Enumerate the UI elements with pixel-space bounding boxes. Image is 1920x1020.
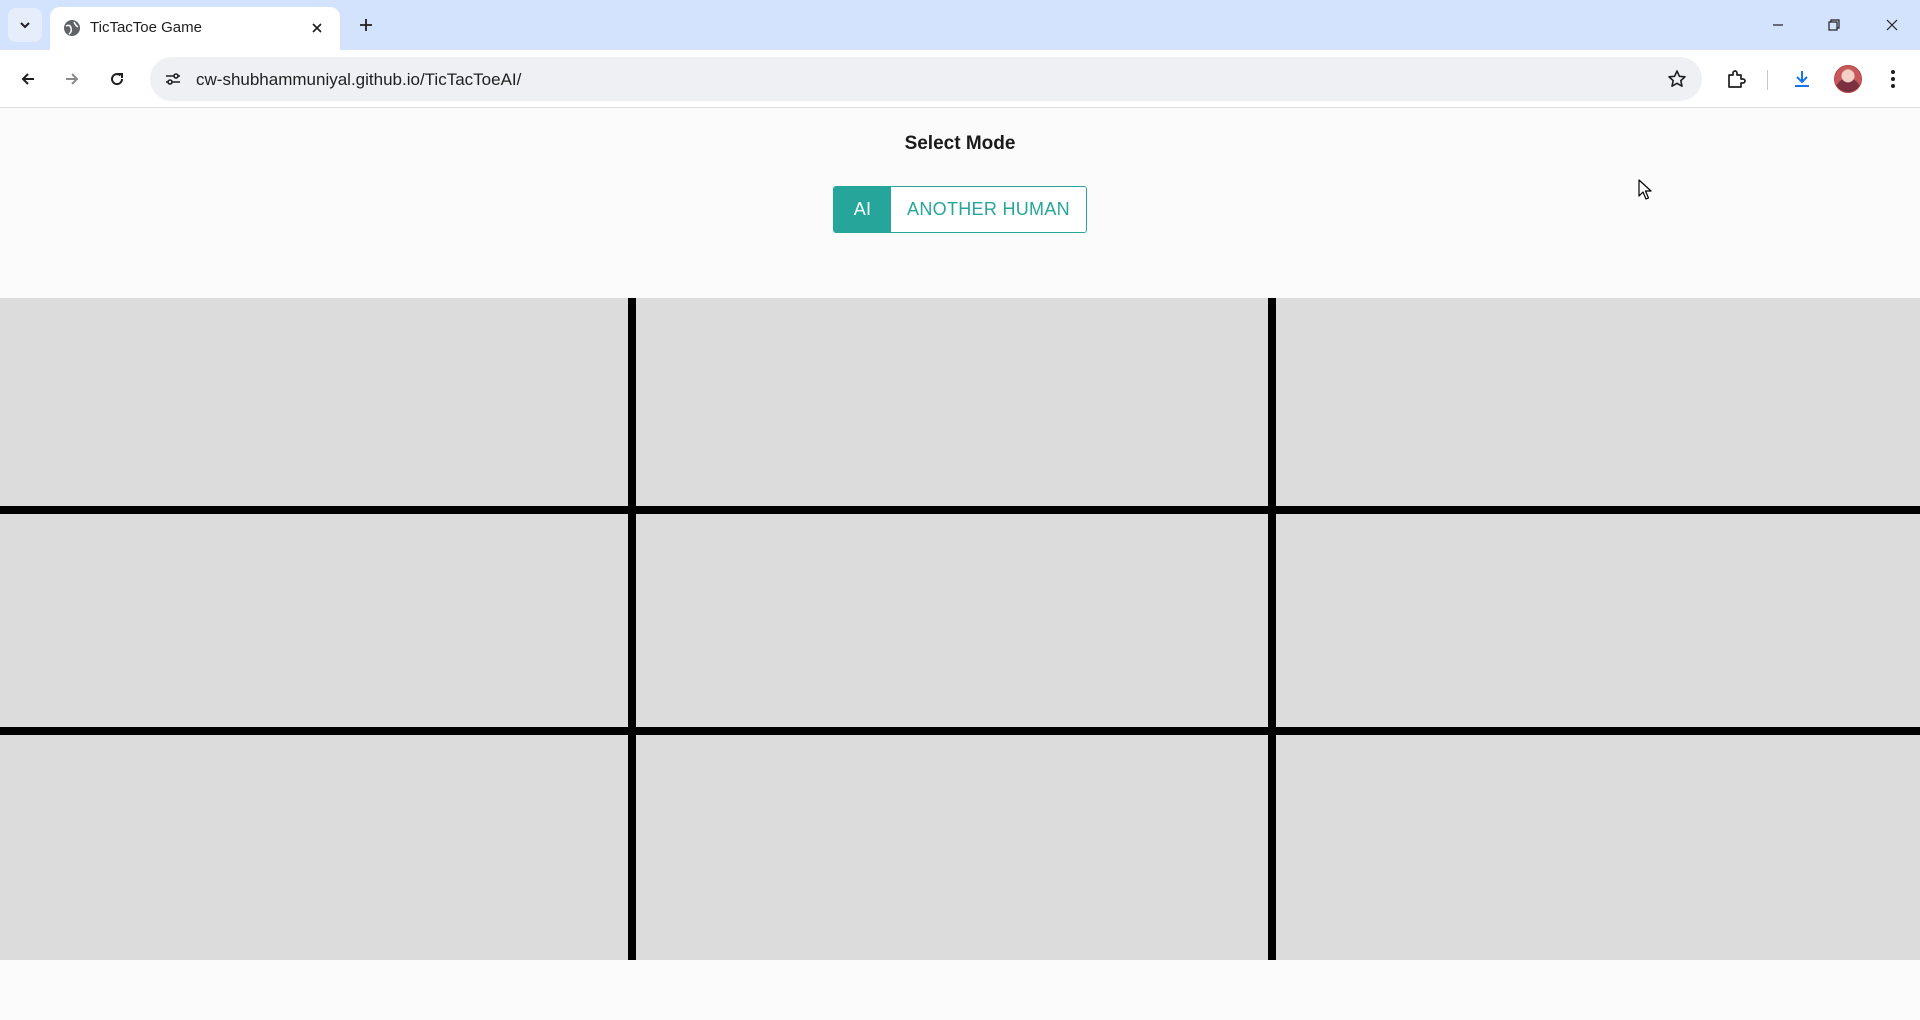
restore-button[interactable] <box>1806 0 1862 50</box>
tab-search-button[interactable] <box>8 8 42 42</box>
download-icon <box>1795 71 1809 87</box>
reload-icon <box>111 73 124 86</box>
plus-icon <box>360 19 372 31</box>
new-tab-button[interactable] <box>352 11 380 39</box>
board-cell-5[interactable] <box>636 514 1276 735</box>
extensions-button[interactable] <box>1720 63 1752 95</box>
toolbar-separator <box>1767 70 1768 90</box>
close-icon <box>1886 19 1898 31</box>
forward-button[interactable] <box>56 63 88 95</box>
board-cell-9[interactable] <box>1276 735 1920 960</box>
game-board <box>0 298 1920 960</box>
address-bar[interactable]: cw-shubhammuniyal.github.io/TicTacToeAI/ <box>150 57 1702 101</box>
site-info-button[interactable] <box>158 64 188 94</box>
downloads-button[interactable] <box>1786 63 1818 95</box>
chevron-down-icon <box>20 22 30 29</box>
arrow-right-icon <box>66 73 79 85</box>
window-close-button[interactable] <box>1864 0 1920 50</box>
tab-close-button[interactable] <box>306 17 328 39</box>
mode-ai-button[interactable]: AI <box>834 187 891 232</box>
back-button[interactable] <box>12 63 44 95</box>
mouse-cursor-icon <box>1638 179 1652 200</box>
restore-icon <box>1828 19 1840 31</box>
page-content: Select Mode AI ANOTHER HUMAN <box>0 109 1920 1020</box>
bookmark-button[interactable] <box>1664 66 1690 92</box>
mode-selector: AI ANOTHER HUMAN <box>833 186 1087 233</box>
mode-another-human-button[interactable]: ANOTHER HUMAN <box>891 187 1086 232</box>
url-text[interactable]: cw-shubhammuniyal.github.io/TicTacToeAI/ <box>196 70 521 90</box>
browser-toolbar: cw-shubhammuniyal.github.io/TicTacToeAI/ <box>0 50 1920 108</box>
board-cell-2[interactable] <box>636 298 1276 514</box>
close-icon <box>312 23 322 33</box>
arrow-left-icon <box>21 73 34 85</box>
star-icon <box>1668 70 1686 87</box>
reload-button[interactable] <box>101 63 133 95</box>
board-cell-8[interactable] <box>636 735 1276 960</box>
globe-icon <box>64 20 80 36</box>
board-cell-6[interactable] <box>1276 514 1920 735</box>
tune-icon <box>166 73 180 85</box>
tab-title: TicTacToe Game <box>90 19 202 36</box>
menu-button[interactable] <box>1877 63 1909 95</box>
puzzle-icon <box>1728 70 1746 88</box>
tab-strip: TicTacToe Game <box>0 0 1920 50</box>
board-cell-4[interactable] <box>0 514 636 735</box>
profile-avatar[interactable] <box>1834 65 1862 93</box>
mode-title: Select Mode <box>904 133 1016 154</box>
board-cell-3[interactable] <box>1276 298 1920 514</box>
board-cell-1[interactable] <box>0 298 636 514</box>
minimize-icon <box>1773 24 1783 26</box>
more-vert-icon <box>1891 70 1895 88</box>
active-tab[interactable]: TicTacToe Game <box>50 7 340 50</box>
minimize-button[interactable] <box>1750 0 1806 50</box>
board-cell-7[interactable] <box>0 735 636 960</box>
